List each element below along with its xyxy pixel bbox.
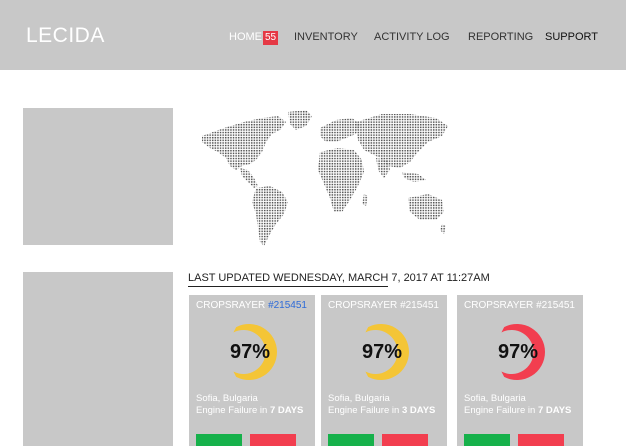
nav-home[interactable]: HOME 55 (229, 31, 279, 45)
device-location: Sofia, Bulgaria (196, 393, 258, 404)
image-placeholder (23, 272, 173, 446)
image-placeholder (23, 108, 173, 245)
device-card[interactable]: CROPSRAYER #215451 97% Sofia, Bulgaria E… (189, 295, 315, 446)
device-id-link[interactable]: #215451 (400, 300, 439, 311)
failure-forecast: Engine Failure in 7 DAYS (196, 405, 303, 416)
device-id-link[interactable]: #215451 (536, 300, 575, 311)
failure-forecast: Engine Failure in 3 DAYS (328, 405, 435, 416)
nav-reporting[interactable]: REPORTING (468, 31, 533, 43)
device-card[interactable]: CROPSRAYER #215451 97% Sofia, Bulgaria E… (321, 295, 447, 446)
failure-days: 7 DAYS (537, 405, 572, 416)
approve-button[interactable] (196, 434, 242, 446)
nav-support[interactable]: SUPPORT (545, 31, 598, 43)
approve-button[interactable] (328, 434, 374, 446)
notification-badge: 55 (263, 31, 279, 45)
failure-days: 3 DAYS (401, 405, 436, 416)
main-nav: HOME 55 INVENTORY ACTIVITY LOG REPORTING … (0, 31, 626, 47)
card-title-prefix: CROPSRAYER (196, 300, 269, 311)
card-title: CROPSRAYER #215451 (328, 300, 439, 311)
last-updated-underline (188, 286, 388, 287)
health-percentage: 97% (497, 341, 539, 363)
card-title-prefix: CROPSRAYER (464, 300, 537, 311)
reject-button[interactable] (518, 434, 564, 446)
device-location: Sofia, Bulgaria (464, 393, 526, 404)
approve-button[interactable] (464, 434, 510, 446)
failure-label: Engine Failure in (464, 405, 538, 416)
card-title: CROPSRAYER #215451 (464, 300, 575, 311)
reject-button[interactable] (250, 434, 296, 446)
card-title-prefix: CROPSRAYER (328, 300, 401, 311)
nav-inventory[interactable]: INVENTORY (294, 31, 358, 43)
failure-label: Engine Failure in (196, 405, 270, 416)
failure-days: 7 DAYS (269, 405, 304, 416)
health-percentage: 97% (229, 341, 271, 363)
failure-label: Engine Failure in (328, 405, 402, 416)
device-location: Sofia, Bulgaria (328, 393, 390, 404)
device-id-link[interactable]: #215451 (268, 300, 307, 311)
failure-forecast: Engine Failure in 7 DAYS (464, 405, 571, 416)
nav-home-label: HOME (229, 31, 262, 43)
last-updated-text: LAST UPDATED WEDNESDAY, MARCH 7, 2017 AT… (188, 272, 490, 284)
world-map (202, 110, 448, 246)
card-title: CROPSRAYER #215451 (196, 300, 307, 311)
top-header: LECIDA HOME 55 INVENTORY ACTIVITY LOG REP… (0, 0, 626, 70)
health-percentage: 97% (361, 341, 403, 363)
reject-button[interactable] (382, 434, 428, 446)
nav-activity-log[interactable]: ACTIVITY LOG (374, 31, 450, 43)
device-card[interactable]: CROPSRAYER #215451 97% Sofia, Bulgaria E… (457, 295, 583, 446)
